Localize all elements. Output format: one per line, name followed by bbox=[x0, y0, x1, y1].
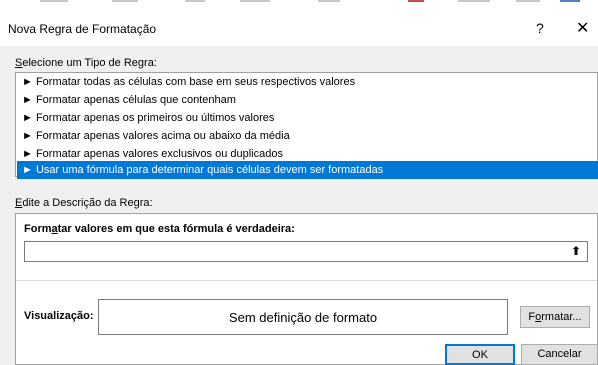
background-fragment bbox=[458, 0, 490, 2]
background-fragment bbox=[185, 0, 205, 2]
rule-type-heading: Selecione um Tipo de Regra: bbox=[15, 57, 157, 69]
collapse-arrow-icon: ⬆ bbox=[570, 244, 582, 258]
rule-type-item[interactable]: ► Formatar todas as células com base em … bbox=[20, 73, 595, 91]
background-fragment bbox=[408, 0, 424, 2]
close-button[interactable]: ✕ bbox=[576, 18, 589, 38]
rule-description-heading: Edite a Descrição da Regra: bbox=[15, 197, 153, 209]
formula-input[interactable] bbox=[24, 241, 588, 262]
preview-text: Sem definição de formato bbox=[228, 309, 378, 325]
cancel-button[interactable]: Cancelar bbox=[521, 344, 598, 365]
background-fragment bbox=[516, 0, 540, 2]
ok-button[interactable]: OK bbox=[445, 344, 515, 365]
button-text: rmatar... bbox=[541, 311, 582, 323]
help-button[interactable]: ? bbox=[536, 20, 544, 36]
rule-type-item-selected[interactable]: ► Usar uma fórmula para determinar quais… bbox=[17, 161, 598, 179]
label-text: tar valores em que esta fórmula é verdad… bbox=[57, 223, 295, 235]
label-text: Form bbox=[24, 223, 52, 235]
preview-label: Visualização: bbox=[24, 310, 94, 322]
preview-box: Sem definição de formato bbox=[98, 299, 508, 335]
heading-text: dite a Descrição da Regra: bbox=[22, 197, 153, 209]
format-button[interactable]: Formatar... bbox=[520, 306, 590, 328]
background-fragment bbox=[560, 0, 580, 2]
background-fragment bbox=[112, 0, 138, 2]
rule-type-item[interactable]: ► Formatar apenas células que contenham bbox=[20, 91, 595, 109]
collapse-dialog-button[interactable]: ⬆ bbox=[566, 243, 586, 260]
rule-type-item[interactable]: ► Formatar apenas os primeiros ou último… bbox=[20, 109, 595, 127]
formula-label: Formatar valores em que esta fórmula é v… bbox=[24, 223, 295, 235]
rule-type-list[interactable]: ► Formatar todas as células com base em … bbox=[15, 72, 598, 179]
dialog-title: Nova Regra de Formatação bbox=[8, 22, 157, 36]
divider bbox=[16, 280, 597, 281]
rule-description-box bbox=[15, 213, 598, 365]
close-icon: ✕ bbox=[576, 20, 590, 37]
heading-text: elecione um Tipo de Regra: bbox=[22, 57, 157, 69]
background-window-strip bbox=[0, 0, 598, 8]
background-fragment bbox=[240, 0, 270, 2]
rule-type-item[interactable]: ► Formatar apenas valores acima ou abaix… bbox=[20, 127, 595, 145]
background-fragment bbox=[40, 0, 68, 2]
background-fragment bbox=[318, 0, 340, 2]
